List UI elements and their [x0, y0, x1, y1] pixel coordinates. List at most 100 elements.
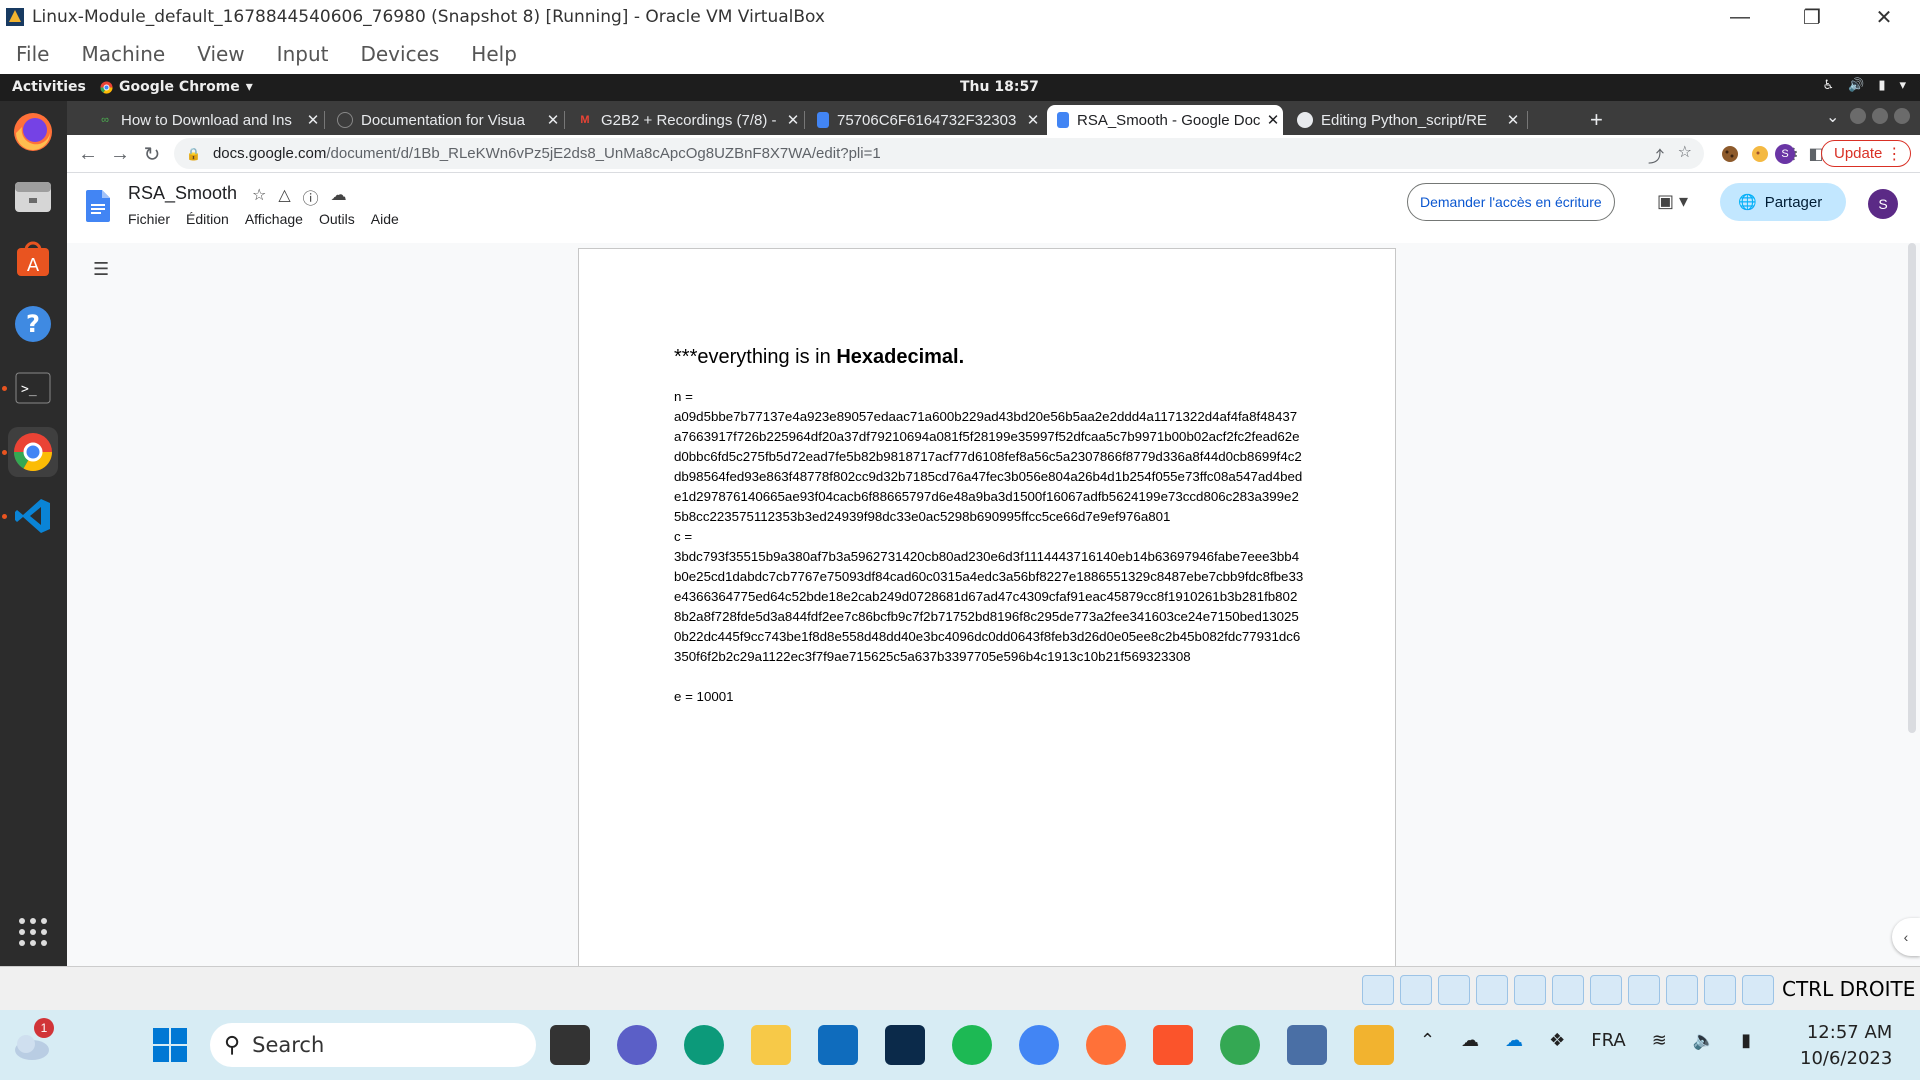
menu-affichage[interactable]: Affichage [245, 211, 303, 227]
menu-devices[interactable]: Devices [360, 42, 439, 66]
terminal-icon[interactable]: >_ [8, 363, 58, 413]
weather-icon[interactable]: 1 [12, 1018, 54, 1067]
files-icon[interactable] [8, 171, 58, 221]
audio-icon[interactable] [1438, 975, 1470, 1005]
address-bar[interactable]: 🔒 docs.google.com/document/d/1Bb_RLeKWn6… [174, 138, 1704, 169]
new-tab-button[interactable]: + [1590, 107, 1603, 133]
onedrive-icon[interactable]: ☁ [1505, 1030, 1523, 1051]
language-indicator[interactable]: FRA [1591, 1030, 1625, 1051]
menu-file[interactable]: File [16, 42, 49, 66]
shared-folders-icon[interactable] [1552, 975, 1584, 1005]
display-icon[interactable] [1590, 975, 1622, 1005]
chevron-up-icon[interactable]: ⌃ [1420, 1030, 1435, 1051]
forward-button[interactable]: → [107, 141, 133, 167]
tab-how-to-download[interactable]: ∞ How to Download and Ins ✕ [87, 105, 323, 135]
spotify-icon[interactable] [952, 1025, 992, 1065]
taskbar-clock[interactable]: 12:57 AM 10/6/2023 [1800, 1020, 1892, 1072]
battery-icon[interactable]: ▮ [1741, 1030, 1751, 1051]
firefox-icon[interactable] [8, 107, 58, 157]
close-icon[interactable]: ✕ [543, 111, 563, 129]
minimize-icon[interactable] [1850, 108, 1866, 124]
teams-chat-icon[interactable] [617, 1025, 657, 1065]
menu-view[interactable]: View [197, 42, 244, 66]
menu-input[interactable]: Input [277, 42, 329, 66]
cookie-extension-icon[interactable] [1717, 141, 1743, 167]
cloud-status-icon[interactable]: ☁ [331, 185, 347, 209]
network-icon[interactable] [1476, 975, 1508, 1005]
move-to-drive-icon[interactable]: △ [278, 185, 290, 209]
bookmark-star-icon[interactable]: ☆ [1678, 142, 1692, 162]
close-icon[interactable]: ✕ [1023, 111, 1043, 129]
back-button[interactable]: ← [75, 141, 101, 167]
file-explorer-icon[interactable] [751, 1025, 791, 1065]
tab-search-icon[interactable]: ⌄ [1826, 107, 1839, 127]
avatar[interactable]: S [1868, 189, 1898, 219]
activities-button[interactable]: Activities [12, 79, 86, 95]
menu-aide[interactable]: Aide [371, 211, 399, 227]
chrome-profile-taskbar-icon[interactable] [1220, 1025, 1260, 1065]
side-panel-toggle[interactable]: ‹ [1892, 918, 1920, 956]
cookie-extension-icon[interactable] [1747, 141, 1773, 167]
close-icon[interactable]: ✕ [303, 111, 323, 129]
wifi-icon[interactable]: ≋ [1652, 1030, 1667, 1051]
hard-disk-icon[interactable] [1362, 975, 1394, 1005]
edge-icon[interactable] [684, 1025, 724, 1065]
menu-fichier[interactable]: Fichier [128, 211, 170, 227]
keyboard-capture-icon[interactable] [1742, 975, 1774, 1005]
chrome-icon[interactable] [8, 427, 58, 477]
document-details-icon[interactable]: ⓘ [303, 185, 319, 209]
cloud-sync-error-icon[interactable]: ☁ [1461, 1030, 1479, 1051]
menu-machine[interactable]: Machine [81, 42, 165, 66]
share-button[interactable]: 🌐 Partager [1720, 183, 1846, 221]
vscode-icon[interactable] [8, 491, 58, 541]
share-page-icon[interactable]: ⤴ [1648, 143, 1664, 167]
restore-button[interactable]: ❐ [1776, 0, 1848, 34]
close-button[interactable]: ✕ [1848, 0, 1920, 34]
optical-drive-icon[interactable] [1400, 975, 1432, 1005]
help-icon[interactable]: ? [8, 299, 58, 349]
tab-hex-document[interactable]: 75706C6F6164732F32303 ✕ [807, 105, 1043, 135]
vertical-scrollbar[interactable] [1908, 243, 1916, 733]
google-docs-icon[interactable] [86, 190, 110, 222]
taskbar-search-box[interactable]: ⚲ Search [210, 1023, 536, 1067]
tab-editing-python-script[interactable]: Editing Python_script/RE ✕ [1287, 105, 1523, 135]
close-icon[interactable]: ✕ [1503, 111, 1523, 129]
usb-icon[interactable] [1514, 975, 1546, 1005]
windows-start-icon[interactable] [150, 1025, 190, 1065]
close-icon[interactable] [1894, 108, 1910, 124]
system-menu[interactable]: ♿ 🔊 ▮ ▾ [1822, 78, 1906, 93]
tab-g2b2-recordings[interactable]: M G2B2 + Recordings (7/8) - ✕ [567, 105, 803, 135]
document-outline-icon[interactable]: ☰ [93, 259, 109, 280]
virtualbox-taskbar-icon[interactable] [1287, 1025, 1327, 1065]
mail-icon[interactable] [818, 1025, 858, 1065]
close-icon[interactable]: ✕ [783, 111, 803, 129]
menu-help[interactable]: Help [471, 42, 517, 66]
brave-icon[interactable] [1153, 1025, 1193, 1065]
meet-icon[interactable]: ▣ ▾ [1657, 191, 1688, 212]
app-center-icon[interactable]: A [8, 235, 58, 285]
profile-avatar[interactable]: S [1775, 144, 1795, 164]
minimize-button[interactable]: — [1704, 0, 1776, 34]
document-page[interactable]: ***everything is in Hexadecimal. n = a09… [578, 248, 1396, 966]
app-menu[interactable]: Google Chrome ▾ [100, 79, 253, 95]
dell-app-icon[interactable] [885, 1025, 925, 1065]
app-grid-icon[interactable] [8, 907, 58, 957]
task-view-icon[interactable] [550, 1025, 590, 1065]
menu-outils[interactable]: Outils [319, 211, 355, 227]
mouse-integration-icon[interactable] [1704, 975, 1736, 1005]
maximize-icon[interactable] [1872, 108, 1888, 124]
update-button[interactable]: Update ⋮ [1821, 140, 1912, 167]
tab-rsa-smooth[interactable]: RSA_Smooth - Google Doc ✕ [1047, 105, 1283, 135]
document-title[interactable]: RSA_Smooth [128, 183, 237, 204]
dropbox-icon[interactable]: ❖ [1549, 1030, 1565, 1051]
request-edit-access-button[interactable]: Demander l'accès en écriture [1407, 183, 1615, 221]
menu-edition[interactable]: Édition [186, 211, 229, 227]
star-icon[interactable]: ☆ [252, 185, 266, 209]
reload-button[interactable]: ↻ [139, 141, 165, 167]
tab-documentation[interactable]: Documentation for Visua ✕ [327, 105, 563, 135]
volume-icon[interactable]: 🔈 [1693, 1030, 1715, 1051]
close-icon[interactable]: ✕ [1263, 111, 1283, 129]
topbar-clock[interactable]: Thu 18:57 [960, 79, 1039, 95]
virtualbox-vm-taskbar-icon[interactable] [1354, 1025, 1394, 1065]
chrome-taskbar-icon[interactable] [1019, 1025, 1059, 1065]
